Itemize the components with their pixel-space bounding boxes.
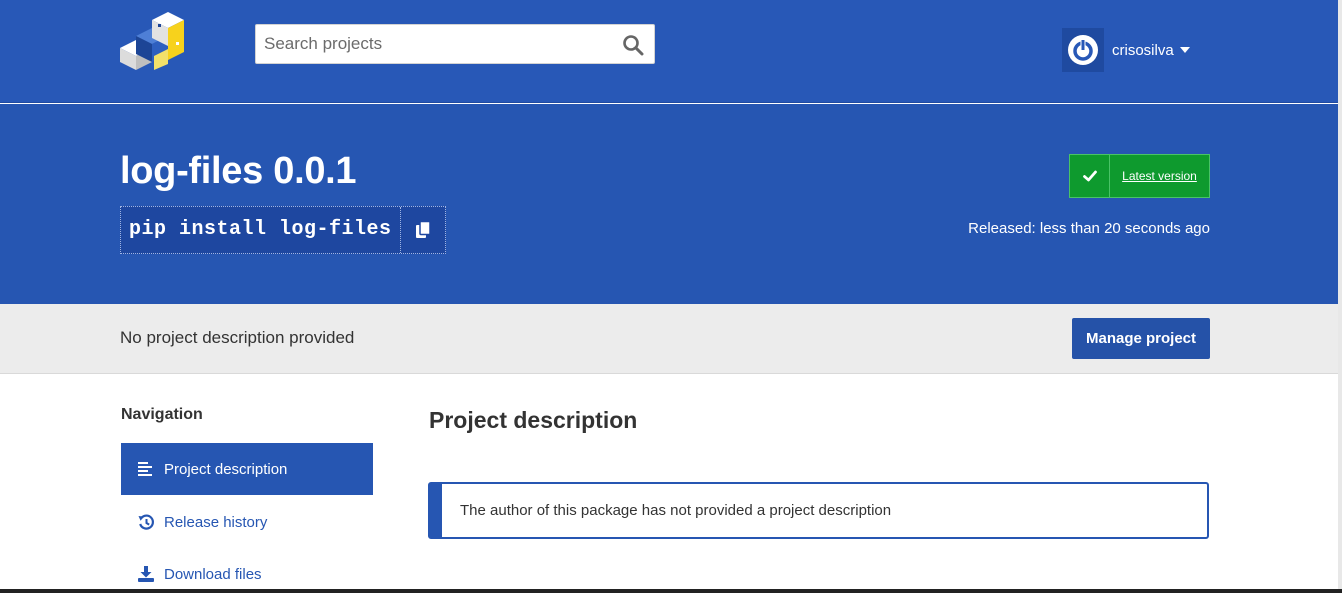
download-icon	[137, 565, 155, 583]
align-left-icon	[137, 460, 155, 478]
sidebar-item-download-files[interactable]: Download files	[121, 548, 373, 593]
pypi-logo[interactable]	[118, 12, 188, 72]
pip-command: pip install log-files	[120, 206, 446, 254]
sidebar-item-project-description[interactable]: Project description	[121, 443, 373, 495]
sidebar-item-label: Download files	[164, 565, 262, 583]
check-icon	[1070, 155, 1110, 197]
pip-command-text: pip install log-files	[129, 218, 392, 241]
user-menu[interactable]: crisosilva	[1062, 28, 1190, 72]
search-icon[interactable]	[622, 34, 644, 56]
package-summary-bar: No project description provided Manage p…	[0, 304, 1338, 374]
release-date: Released: less than 20 seconds ago	[968, 220, 1210, 237]
copy-icon	[415, 221, 431, 238]
history-icon	[137, 513, 155, 531]
package-banner: log-files 0.0.1 pip install log-files La…	[0, 104, 1338, 304]
avatar	[1062, 28, 1104, 72]
navigation-heading: Navigation	[121, 406, 203, 423]
package-summary: No project description provided	[120, 328, 355, 347]
project-description-heading: Project description	[429, 407, 638, 433]
latest-version-badge[interactable]: Latest version	[1069, 154, 1210, 198]
manage-project-button[interactable]: Manage project	[1072, 318, 1210, 359]
site-header: crisosilva	[0, 0, 1338, 103]
power-icon	[1068, 35, 1098, 65]
window-bottom-edge	[0, 589, 1342, 593]
username: crisosilva	[1112, 41, 1174, 59]
copy-button[interactable]	[399, 207, 445, 253]
callout-text: The author of this package has not provi…	[460, 502, 892, 519]
chevron-down-icon	[1179, 47, 1190, 53]
latest-version-link[interactable]: Latest version	[1110, 155, 1209, 197]
no-description-callout: The author of this package has not provi…	[428, 482, 1209, 539]
pypi-project-page: crisosilva log-files 0.0.1 pip install l…	[0, 0, 1342, 593]
search-box	[255, 24, 655, 64]
window-edge	[1338, 0, 1342, 593]
search-input[interactable]	[256, 25, 616, 63]
sidebar-item-label: Project description	[164, 460, 288, 478]
sidebar-item-label: Release history	[164, 513, 268, 531]
package-title: log-files 0.0.1	[120, 150, 357, 192]
sidebar-item-release-history[interactable]: Release history	[121, 496, 373, 548]
